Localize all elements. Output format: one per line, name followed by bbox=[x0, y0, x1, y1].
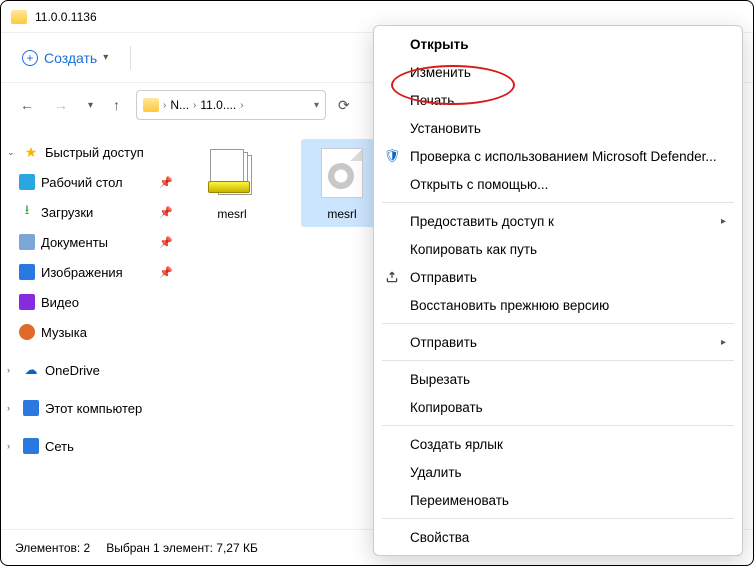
sidebar-item-quick-access[interactable]: ⌄ ★ Быстрый доступ bbox=[1, 137, 181, 167]
pin-icon: 📌 bbox=[159, 236, 173, 249]
ctx-rename[interactable]: Переименовать bbox=[374, 486, 742, 514]
chevron-right-icon: › bbox=[7, 365, 17, 375]
ctx-shortcut[interactable]: Создать ярлык bbox=[374, 430, 742, 458]
breadcrumb-seg[interactable]: 11.0.... bbox=[200, 98, 236, 112]
onedrive-icon: ☁ bbox=[23, 362, 39, 378]
desktop-icon bbox=[19, 174, 35, 190]
chevron-right-icon: › bbox=[240, 100, 243, 111]
ctx-open[interactable]: Открыть bbox=[374, 30, 742, 58]
sidebar-item-thispc[interactable]: › Этот компьютер bbox=[1, 393, 181, 423]
sidebar-label: Сеть bbox=[45, 439, 74, 454]
sidebar-item-onedrive[interactable]: › ☁ OneDrive bbox=[1, 355, 181, 385]
music-icon bbox=[19, 324, 35, 340]
network-icon bbox=[23, 438, 39, 454]
separator bbox=[130, 46, 131, 70]
ctx-properties[interactable]: Свойства bbox=[374, 523, 742, 551]
ctx-copy[interactable]: Копировать bbox=[374, 393, 742, 421]
breadcrumb-seg[interactable]: N... bbox=[170, 98, 189, 112]
refresh-button[interactable]: ⟳ bbox=[338, 97, 350, 114]
cut-icon[interactable] bbox=[147, 49, 167, 67]
chevron-right-icon: ▸ bbox=[721, 216, 726, 227]
pin-icon: 📌 bbox=[159, 266, 173, 279]
file-thumbnail bbox=[314, 145, 370, 201]
sidebar-label: OneDrive bbox=[45, 363, 100, 378]
ctx-delete[interactable]: Удалить bbox=[374, 458, 742, 486]
sidebar-item-desktop[interactable]: Рабочий стол 📌 bbox=[1, 167, 181, 197]
navigation-pane: ⌄ ★ Быстрый доступ Рабочий стол 📌 ⭳ Загр… bbox=[1, 127, 181, 525]
shield-icon: 🛡 bbox=[384, 148, 400, 164]
copy-icon[interactable] bbox=[177, 49, 197, 67]
separator bbox=[382, 202, 734, 203]
ctx-restore[interactable]: Восстановить прежнюю версию bbox=[374, 291, 742, 319]
ctx-send-to[interactable]: Отправить▸ bbox=[374, 328, 742, 356]
status-selection: Выбран 1 элемент: 7,27 КБ bbox=[106, 541, 258, 555]
create-button[interactable]: + Создать ▾ bbox=[16, 46, 114, 70]
folder-icon bbox=[11, 10, 27, 24]
context-menu: Открыть Изменить Печать Установить 🛡 Про… bbox=[373, 25, 743, 556]
chevron-right-icon: › bbox=[163, 100, 166, 111]
chevron-down-icon: ▾ bbox=[103, 52, 108, 63]
sidebar-label: Рабочий стол bbox=[41, 175, 123, 190]
sidebar-item-network[interactable]: › Сеть bbox=[1, 431, 181, 461]
file-label: mesrl bbox=[327, 207, 356, 221]
back-button[interactable]: ← bbox=[16, 97, 38, 113]
separator bbox=[382, 425, 734, 426]
separator bbox=[382, 360, 734, 361]
chevron-right-icon: › bbox=[7, 441, 17, 451]
star-icon: ★ bbox=[23, 144, 39, 160]
sidebar-item-pictures[interactable]: Изображения 📌 bbox=[1, 257, 181, 287]
up-button[interactable]: ▾ bbox=[84, 100, 97, 111]
create-label: Создать bbox=[44, 50, 97, 66]
up-folder-button[interactable]: ↑ bbox=[109, 97, 124, 113]
sidebar-item-documents[interactable]: Документы 📌 bbox=[1, 227, 181, 257]
chevron-right-icon: › bbox=[193, 100, 196, 111]
chevron-down-icon: ⌄ bbox=[7, 147, 17, 158]
plus-icon: + bbox=[22, 50, 38, 66]
status-elements: Элементов: 2 bbox=[15, 541, 90, 555]
chevron-down-icon[interactable]: ▾ bbox=[314, 100, 319, 111]
pin-icon: 📌 bbox=[159, 206, 173, 219]
sidebar-label: Документы bbox=[41, 235, 108, 250]
ctx-give-access[interactable]: Предоставить доступ к▸ bbox=[374, 207, 742, 235]
paste-icon[interactable] bbox=[207, 49, 227, 67]
folder-icon bbox=[143, 98, 159, 112]
window-title: 11.0.0.1136 bbox=[35, 10, 97, 24]
thispc-icon bbox=[23, 400, 39, 416]
share-icon bbox=[384, 269, 400, 285]
ctx-defender[interactable]: 🛡 Проверка с использованием Microsoft De… bbox=[374, 142, 742, 170]
ctx-send[interactable]: Отправить bbox=[374, 263, 742, 291]
separator bbox=[382, 518, 734, 519]
sidebar-label: Этот компьютер bbox=[45, 401, 142, 416]
ctx-edit[interactable]: Изменить bbox=[374, 58, 742, 86]
ctx-print[interactable]: Печать bbox=[374, 86, 742, 114]
file-thumbnail bbox=[204, 145, 260, 201]
ctx-cut[interactable]: Вырезать bbox=[374, 365, 742, 393]
separator bbox=[382, 323, 734, 324]
sidebar-label: Быстрый доступ bbox=[45, 145, 144, 160]
ctx-copy-path[interactable]: Копировать как путь bbox=[374, 235, 742, 263]
sidebar-label: Видео bbox=[41, 295, 79, 310]
sidebar-label: Загрузки bbox=[41, 205, 93, 220]
ctx-install[interactable]: Установить bbox=[374, 114, 742, 142]
pin-icon: 📌 bbox=[159, 176, 173, 189]
rename-icon[interactable] bbox=[237, 49, 257, 67]
file-item-mesrl-selected[interactable]: mesrl bbox=[301, 139, 383, 227]
ctx-open-with[interactable]: Открыть с помощью... bbox=[374, 170, 742, 198]
chevron-right-icon: › bbox=[7, 403, 17, 413]
documents-icon bbox=[19, 234, 35, 250]
sidebar-item-music[interactable]: Музыка bbox=[1, 317, 181, 347]
breadcrumb[interactable]: › N... › 11.0.... › ▾ bbox=[136, 90, 326, 120]
sidebar-item-downloads[interactable]: ⭳ Загрузки 📌 bbox=[1, 197, 181, 227]
share-icon[interactable] bbox=[267, 49, 287, 67]
chevron-right-icon: ▸ bbox=[721, 337, 726, 348]
sidebar-item-video[interactable]: Видео bbox=[1, 287, 181, 317]
file-label: mesrl bbox=[217, 207, 246, 221]
file-item-mesrl-inf[interactable]: mesrl bbox=[191, 139, 273, 227]
video-icon bbox=[19, 294, 35, 310]
sidebar-label: Музыка bbox=[41, 325, 87, 340]
sidebar-label: Изображения bbox=[41, 265, 123, 280]
downloads-icon: ⭳ bbox=[19, 204, 35, 220]
pictures-icon bbox=[19, 264, 35, 280]
forward-button[interactable]: → bbox=[50, 97, 72, 113]
